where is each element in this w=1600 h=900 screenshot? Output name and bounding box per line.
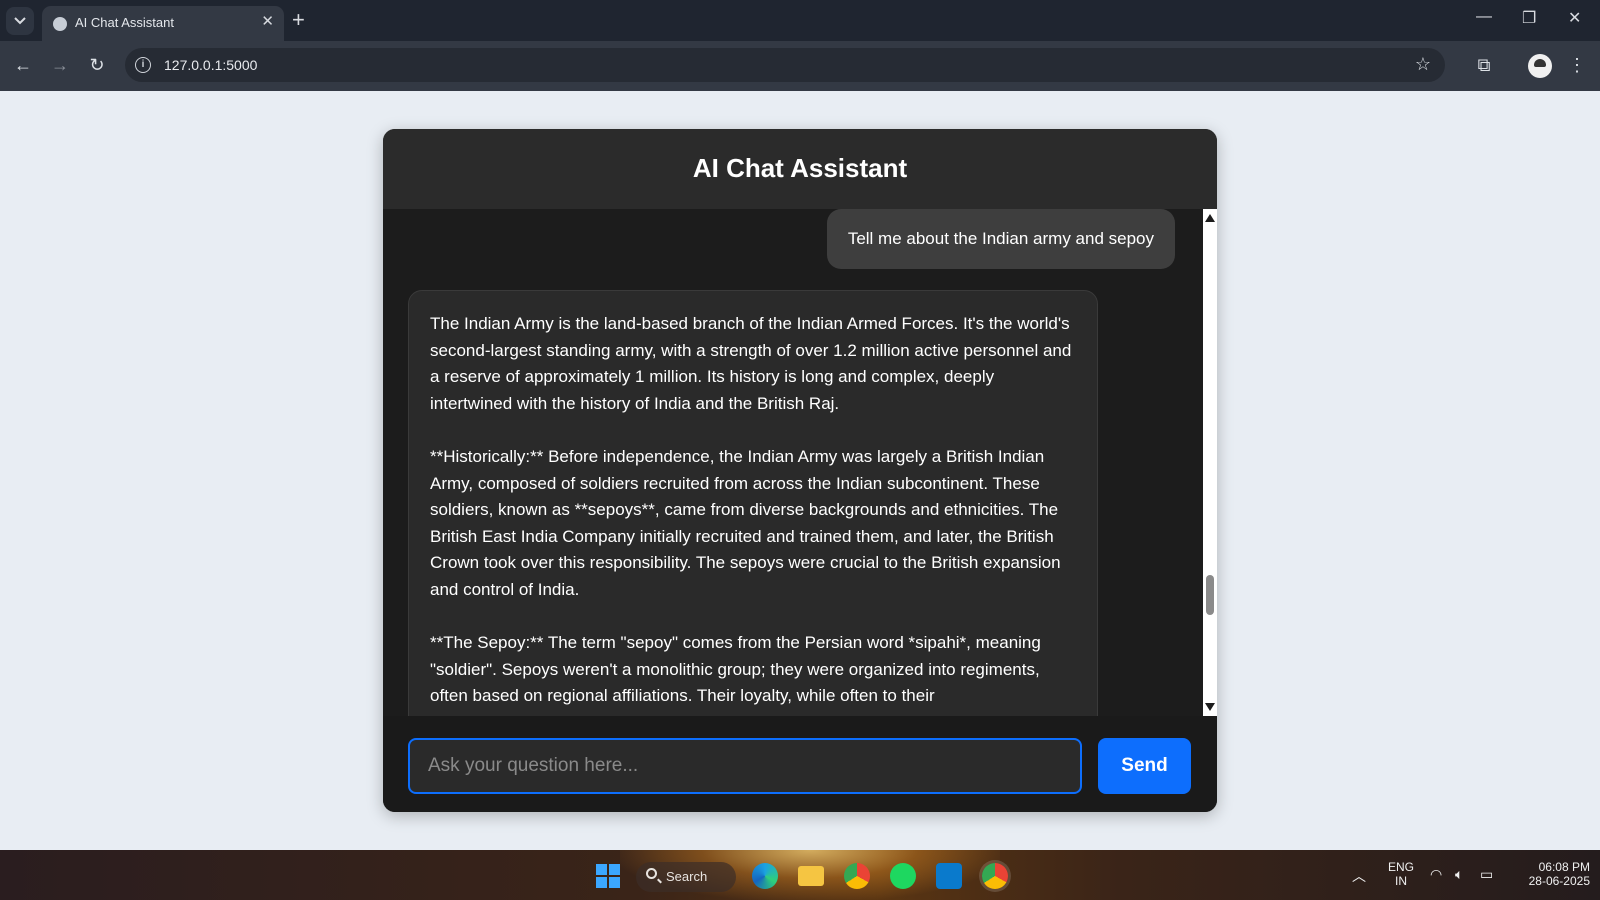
scroll-down-arrow-icon[interactable]	[1205, 703, 1215, 711]
file-explorer-icon[interactable]	[798, 866, 824, 886]
scrollbar-thumb[interactable]	[1206, 575, 1214, 615]
new-tab-button[interactable]: +	[292, 8, 305, 32]
tab-title: AI Chat Assistant	[75, 15, 174, 30]
taskbar-search-label: Search	[666, 869, 708, 884]
tab-search-button[interactable]	[6, 7, 34, 35]
assistant-message: The Indian Army is the land-based branch…	[408, 290, 1098, 716]
clock-time: 06:08 PM	[1538, 860, 1590, 874]
browser-tab-bar: AI Chat Assistant ✕ + — ❐ ✕	[0, 0, 1600, 41]
extensions-icon[interactable]: ⧉	[1473, 54, 1495, 76]
battery-icon[interactable]: ▭	[1480, 866, 1493, 883]
chat-card: AI Chat Assistant Tell me about the Indi…	[383, 129, 1217, 812]
browser-toolbar: ← → ↻ i 127.0.0.1:5000 ☆ ⧉ ⋮	[0, 41, 1600, 91]
close-window-icon[interactable]: ✕	[1568, 8, 1581, 28]
spotify-icon[interactable]	[890, 863, 916, 889]
url-text: 127.0.0.1:5000	[164, 57, 258, 73]
edge-icon[interactable]	[752, 863, 778, 889]
language-indicator[interactable]: ENG IN	[1386, 860, 1416, 888]
back-icon[interactable]: ←	[12, 54, 34, 76]
clock-date: 28-06-2025	[1528, 874, 1590, 888]
menu-kebab-icon[interactable]: ⋮	[1566, 54, 1588, 76]
browser-tab[interactable]: AI Chat Assistant ✕	[42, 6, 284, 41]
search-icon	[646, 868, 657, 879]
clock[interactable]: 06:08 PM 28-06-2025	[1510, 860, 1590, 888]
profile-avatar[interactable]	[1528, 54, 1552, 78]
chrome-icon[interactable]	[844, 863, 870, 889]
page-title: AI Chat Assistant	[692, 153, 908, 183]
language-code: ENG	[1387, 860, 1414, 874]
volume-icon[interactable]: 🔈︎	[1455, 866, 1463, 883]
chrome-active-icon[interactable]	[982, 863, 1008, 889]
vscode-icon[interactable]	[936, 863, 962, 889]
assistant-paragraph: The Indian Army is the land-based branch…	[430, 314, 1072, 413]
show-hidden-icons-chevron-icon[interactable]: ︿	[1352, 866, 1366, 886]
windows-start-icon[interactable]	[596, 864, 620, 888]
site-info-icon[interactable]: i	[135, 57, 151, 73]
chat-scrollbar[interactable]	[1203, 209, 1217, 716]
bookmark-star-icon[interactable]: ☆	[1415, 54, 1431, 75]
user-message: Tell me about the Indian army and sepoy	[826, 209, 1175, 269]
address-bar[interactable]: i 127.0.0.1:5000 ☆	[125, 48, 1445, 82]
taskbar-search[interactable]: Search	[636, 862, 736, 892]
assistant-paragraph: **Historically:** Before independence, t…	[430, 446, 1061, 599]
send-button[interactable]: Send	[1098, 738, 1191, 794]
chat-input-bar: Send	[383, 716, 1217, 812]
forward-icon[interactable]: →	[49, 54, 71, 76]
reload-icon[interactable]: ↻	[86, 54, 108, 76]
close-tab-icon[interactable]: ✕	[261, 12, 274, 30]
minimize-icon[interactable]: —	[1476, 8, 1492, 26]
chat-messages[interactable]: Tell me about the Indian army and sepoy …	[383, 209, 1217, 716]
restore-icon[interactable]: ❐	[1522, 8, 1536, 28]
chat-header: AI Chat Assistant	[383, 129, 1217, 209]
question-input[interactable]	[408, 738, 1082, 794]
scroll-up-arrow-icon[interactable]	[1205, 214, 1215, 222]
chevron-down-icon	[14, 17, 26, 25]
region-code: IN	[1395, 874, 1407, 888]
globe-icon	[53, 17, 67, 31]
wifi-icon[interactable]: ◠	[1430, 866, 1442, 883]
assistant-paragraph: **The Sepoy:** The term "sepoy" comes fr…	[430, 633, 1041, 706]
